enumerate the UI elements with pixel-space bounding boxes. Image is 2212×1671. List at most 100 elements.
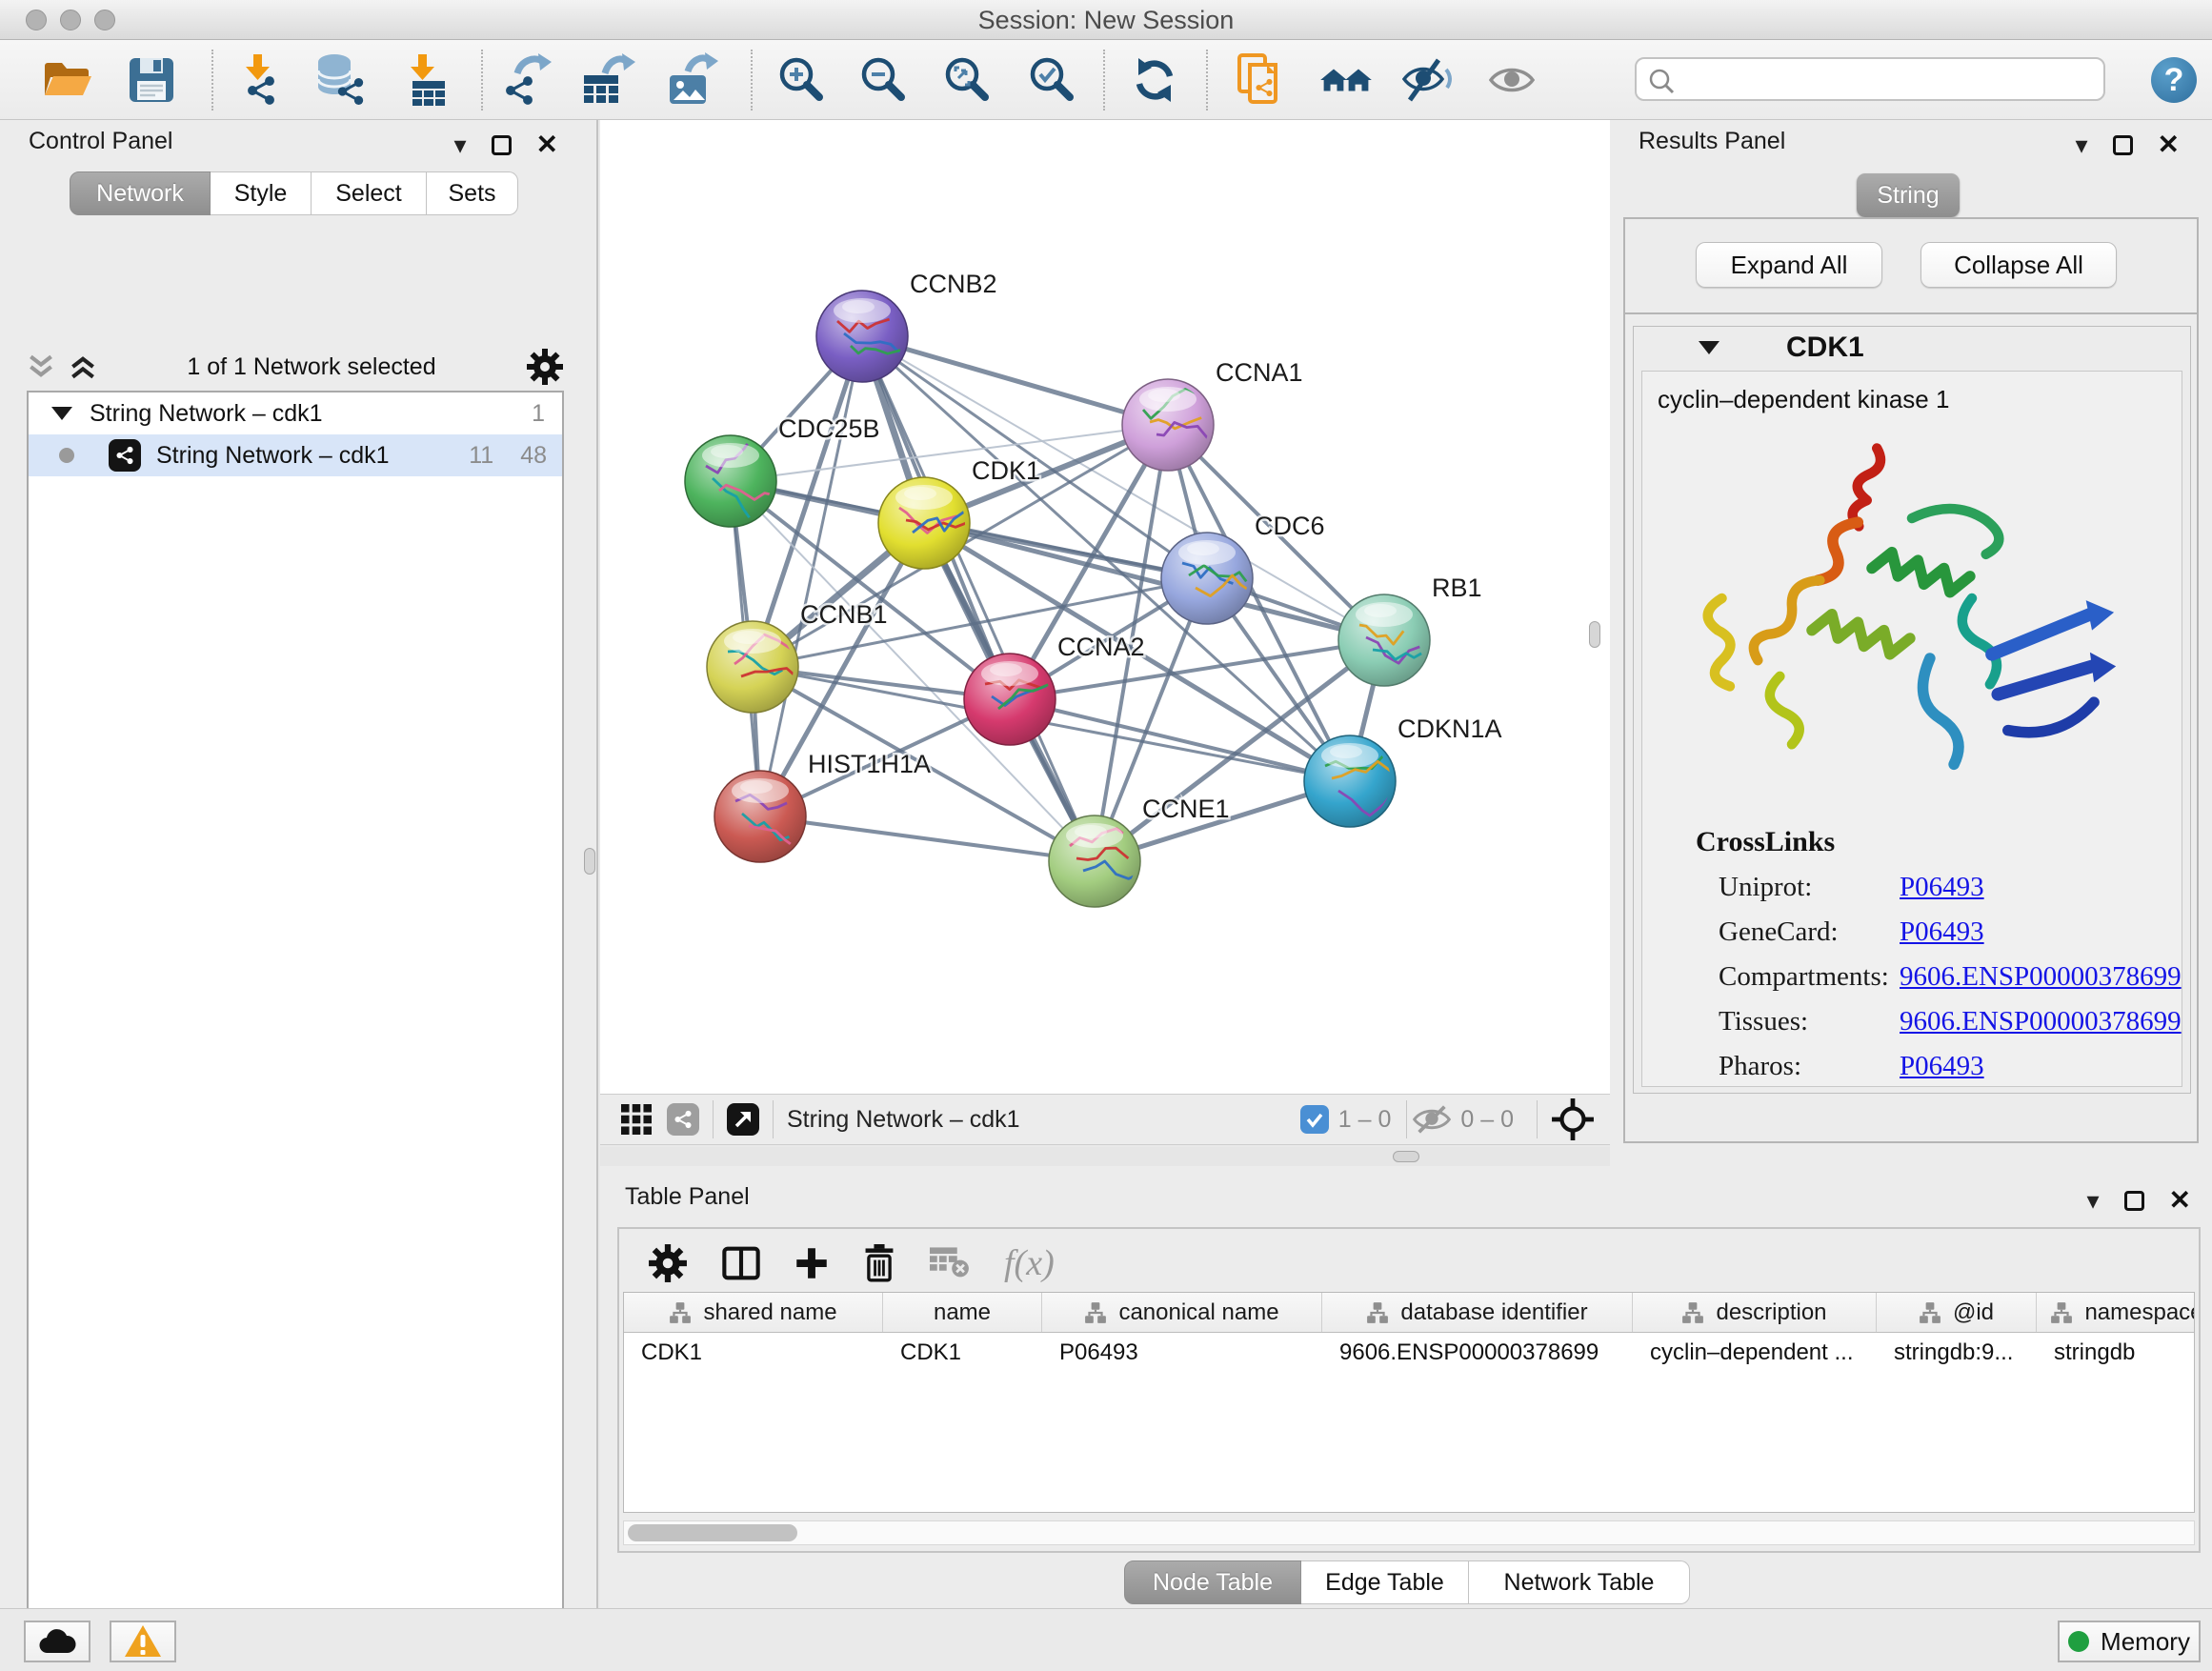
crosslink-link[interactable]: P06493	[1900, 916, 1984, 948]
panel-close-icon[interactable]: ✕	[536, 131, 558, 158]
network-badge-icon[interactable]	[667, 1103, 699, 1136]
refresh-view-button[interactable]	[1126, 51, 1183, 109]
collapse-all-icon[interactable]	[27, 354, 55, 379]
detach-view-icon[interactable]	[727, 1103, 759, 1136]
crosslink-link[interactable]: P06493	[1900, 872, 1984, 903]
show-all-button[interactable]	[1483, 51, 1540, 109]
function-builder-icon[interactable]: f(x)	[1004, 1242, 1055, 1284]
table-cell[interactable]: P06493	[1042, 1333, 1322, 1373]
warnings-button[interactable]	[110, 1621, 176, 1662]
delete-table-icon[interactable]	[930, 1247, 970, 1279]
tab-node-table[interactable]: Node Table	[1124, 1560, 1301, 1604]
expand-all-icon[interactable]	[69, 354, 97, 379]
network-node-ccna2[interactable]	[964, 654, 1058, 745]
memory-button[interactable]: Memory	[2058, 1621, 2201, 1662]
panel-collapse-icon[interactable]: ▾	[2086, 1188, 2099, 1213]
show-columns-icon[interactable]	[722, 1246, 760, 1280]
crosslink-link[interactable]: 9606.ENSP00000378699	[1900, 1006, 2182, 1037]
panel-close-icon[interactable]: ✕	[2169, 1187, 2191, 1214]
import-network-file-button[interactable]	[231, 51, 288, 109]
table-cell[interactable]: 9606.ENSP00000378699	[1322, 1333, 1633, 1373]
crosshair-icon[interactable]	[1551, 1097, 1595, 1141]
column-header-namespace[interactable]: namespace	[2037, 1293, 2195, 1332]
table-horizontal-scrollbar[interactable]	[623, 1520, 2195, 1545]
birds-eye-grid-icon[interactable]	[621, 1104, 652, 1135]
network-node-ccne1[interactable]	[1049, 815, 1140, 907]
panel-collapse-icon[interactable]: ▾	[2075, 132, 2087, 157]
help-button[interactable]: ?	[2151, 57, 2197, 103]
table-cell[interactable]: stringdb:9...	[1877, 1333, 2037, 1373]
network-node-ccnb1[interactable]	[707, 621, 800, 713]
export-image-button[interactable]	[664, 51, 721, 109]
tab-sets[interactable]: Sets	[427, 171, 518, 215]
section-expander-icon[interactable]	[1699, 341, 1719, 354]
column-header-database-identifier[interactable]: database identifier	[1322, 1293, 1633, 1332]
open-folder-icon	[41, 57, 94, 103]
import-network-database-button[interactable]	[311, 51, 368, 109]
tab-string[interactable]: String	[1857, 173, 1960, 217]
delete-column-trash-icon[interactable]	[863, 1244, 895, 1282]
column-header-shared-name[interactable]: shared name	[624, 1293, 883, 1332]
tab-network-table[interactable]: Network Table	[1469, 1560, 1690, 1604]
hide-selected-button[interactable]	[1400, 51, 1458, 109]
panel-float-icon[interactable]	[2124, 1191, 2144, 1211]
column-header-description[interactable]: description	[1633, 1293, 1877, 1332]
network-node-ccnb2[interactable]	[816, 291, 908, 382]
column-header--id[interactable]: @id	[1877, 1293, 2037, 1332]
panel-collapse-icon[interactable]: ▾	[453, 132, 466, 157]
zoom-out-button[interactable]	[855, 51, 912, 109]
network-node-hist1h1a[interactable]	[714, 771, 812, 862]
network-node-cdkn1a[interactable]	[1304, 735, 1396, 827]
home-networks-button[interactable]	[1317, 51, 1375, 109]
collapse-all-button[interactable]: Collapse All	[1920, 242, 2117, 288]
tab-style[interactable]: Style	[211, 171, 312, 215]
save-session-button[interactable]	[123, 51, 180, 109]
panel-close-icon[interactable]: ✕	[2158, 131, 2180, 158]
network-row[interactable]: String Network – cdk1 11 48	[29, 434, 562, 476]
selected-checkbox-icon[interactable]	[1300, 1105, 1329, 1134]
export-table-button[interactable]	[579, 51, 636, 109]
tab-edge-table[interactable]: Edge Table	[1301, 1560, 1469, 1604]
tab-network[interactable]: Network	[70, 171, 211, 215]
column-header-name[interactable]: name	[883, 1293, 1042, 1332]
network-node-cdc25b[interactable]	[685, 435, 776, 531]
bottom-splitter-handle[interactable]	[1393, 1151, 1419, 1162]
protein-section-header[interactable]: CDK1	[1634, 327, 2190, 369]
crosslink-link[interactable]: 9606.ENSP00000378699	[1900, 961, 2182, 993]
export-network-button[interactable]	[497, 51, 554, 109]
crosslink-link[interactable]: P06493	[1900, 1051, 1984, 1082]
network-node-cdc6[interactable]	[1161, 533, 1253, 624]
table-row[interactable]: CDK1CDK1P064939606.ENSP00000378699cyclin…	[624, 1333, 2194, 1373]
tab-select[interactable]: Select	[312, 171, 427, 215]
table-cell[interactable]: CDK1	[624, 1333, 883, 1373]
network-canvas[interactable]: CCNB2CCNA1CDC25BCDK1CDC6RB1CCNB1CCNA2CDK…	[600, 120, 1610, 1094]
tree-expander-icon[interactable]	[51, 407, 72, 420]
right-splitter-handle[interactable]	[1589, 621, 1600, 648]
cloud-button[interactable]	[24, 1621, 90, 1662]
new-network-from-selection-button[interactable]	[1232, 51, 1289, 109]
table-cell[interactable]: cyclin–dependent ...	[1633, 1333, 1877, 1373]
panel-float-icon[interactable]	[2113, 135, 2133, 155]
column-header-canonical-name[interactable]: canonical name	[1042, 1293, 1322, 1332]
table-cell[interactable]: CDK1	[883, 1333, 1042, 1373]
table-options-gear-icon[interactable]	[648, 1243, 688, 1283]
panel-float-icon[interactable]	[492, 135, 512, 155]
network-node-cdk1[interactable]	[878, 477, 970, 569]
left-splitter-handle[interactable]	[584, 848, 595, 875]
open-session-button[interactable]	[39, 51, 96, 109]
zoom-fit-button[interactable]	[938, 51, 995, 109]
zoom-in-button[interactable]	[773, 51, 830, 109]
expand-all-button[interactable]: Expand All	[1696, 242, 1882, 288]
scrollbar-thumb[interactable]	[628, 1524, 797, 1541]
network-node-ccna1[interactable]	[1122, 379, 1214, 471]
column-tree-icon	[1919, 1301, 1941, 1324]
table-cell[interactable]: stringdb	[2037, 1333, 2195, 1373]
import-table-button[interactable]	[395, 51, 452, 109]
network-collection-row[interactable]: String Network – cdk1 1	[29, 393, 562, 434]
search-input[interactable]	[1682, 61, 2092, 97]
network-options-gear-icon[interactable]	[526, 348, 564, 386]
add-column-icon[interactable]	[794, 1246, 829, 1280]
zoom-selected-button[interactable]	[1023, 51, 1080, 109]
network-node-rb1[interactable]	[1338, 594, 1430, 686]
hidden-eye-icon[interactable]	[1413, 1105, 1451, 1134]
